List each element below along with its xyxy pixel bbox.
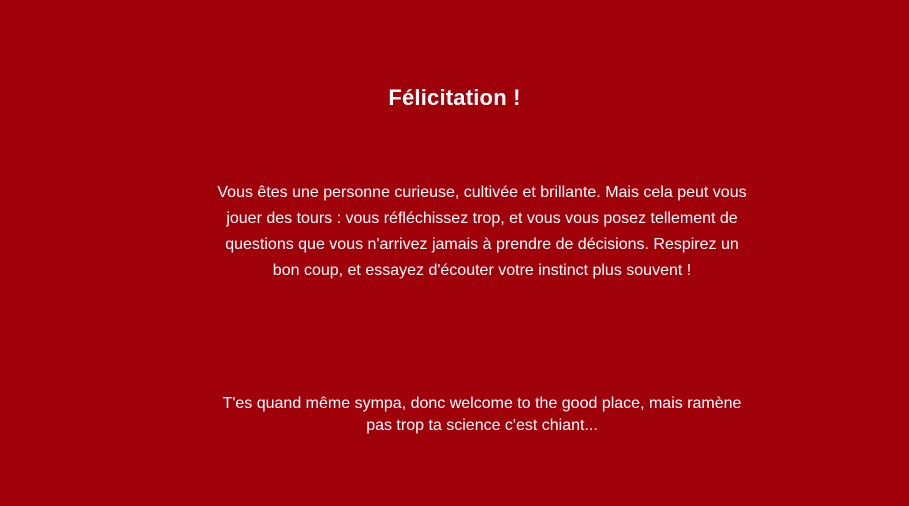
result-message: Vous êtes une personne curieuse, cultivé… — [217, 184, 747, 279]
result-title: Félicitation ! — [388, 85, 521, 110]
result-footer-note: T'es quand même sympa, donc welcome to t… — [222, 395, 742, 434]
